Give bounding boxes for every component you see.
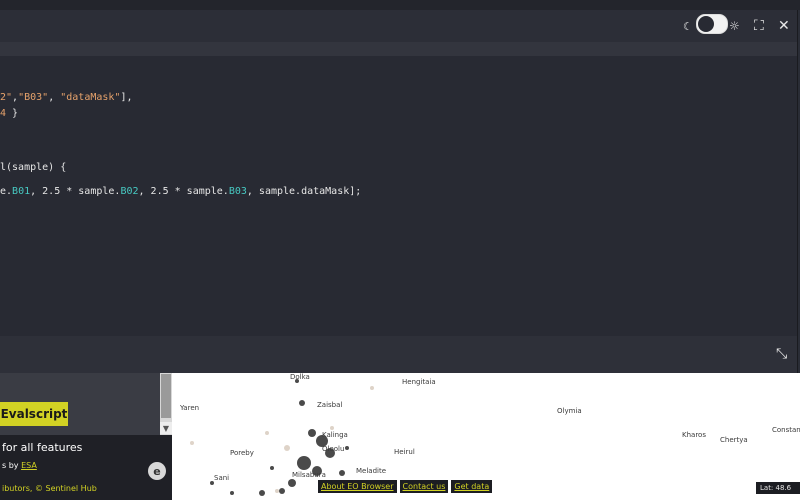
code-token: B03: [228, 186, 247, 197]
code-line: 2","B03", "dataMask"],: [0, 92, 133, 103]
scrollbar-thumb[interactable]: [161, 374, 171, 418]
code-token: * sample.: [168, 186, 229, 197]
code-token: ,: [138, 186, 151, 197]
code-token: * sample.: [60, 186, 121, 197]
info-attribution: s by ESA: [2, 461, 37, 470]
map-city-label: Hengitaia: [402, 378, 436, 386]
evalscript-editor-panel: ☾ ☼ ⛶ ✕ 2","B03", "dataMask"], 4 } l(sampl…: [0, 10, 798, 373]
evalscript-button[interactable]: Evalscript: [0, 402, 68, 426]
map-city-label: Milsabura: [292, 471, 326, 479]
map-city-label: Heirul: [394, 448, 415, 456]
code-token: 2.5: [150, 186, 169, 197]
map-city-label: Oloolu: [322, 445, 345, 453]
code-header-band: [0, 42, 797, 56]
map-city-label: Meladite: [356, 467, 387, 475]
code-token: l(sample) {: [0, 162, 67, 173]
resize-icon[interactable]: ⤡: [776, 344, 787, 364]
code-token: e.: [0, 186, 13, 197]
esa-link[interactable]: ESA: [21, 461, 37, 470]
map-city-label: Chertya: [720, 436, 748, 444]
code-token: B02: [120, 186, 139, 197]
code-token: , sample.dataMask];: [246, 186, 362, 197]
attribution-prefix: s by: [2, 461, 19, 470]
map-city-label: Kharos: [682, 431, 706, 439]
toggle-knob: [698, 16, 714, 32]
map-city-label: Yaren: [180, 404, 200, 412]
copyright-text: ibutors, © Sentinel Hub: [2, 484, 97, 493]
code-line: l(sample) {: [0, 162, 66, 173]
code-line: 4 }: [0, 108, 18, 119]
map-city-label: Constanta: [772, 426, 800, 434]
theme-toggle[interactable]: [696, 14, 728, 34]
map-city-label: Kalinga: [322, 431, 348, 439]
code-editor[interactable]: 2","B03", "dataMask"], 4 } l(sample) {e.B0…: [0, 56, 797, 336]
map-city-label: Olymia: [557, 407, 582, 415]
code-token: B01: [12, 186, 31, 197]
code-token: ,: [30, 186, 43, 197]
map-city-label: Poreby: [230, 449, 254, 457]
code-token: }: [6, 108, 19, 119]
sun-icon: ☼: [729, 19, 740, 33]
footer-links: About EO Browser Contact us Get data: [318, 480, 493, 493]
top-bar: [0, 0, 800, 10]
code-line: e.B01, 2.5 * sample.B02, 2.5 * sample.B0…: [0, 186, 361, 197]
code-token: ,: [48, 92, 61, 103]
map-city-label: Sani: [214, 474, 230, 482]
code-token: ],: [120, 92, 133, 103]
close-icon[interactable]: ✕: [778, 16, 790, 36]
contact-us-link[interactable]: Contact us: [399, 480, 449, 493]
map-city-label: Dolka: [290, 373, 310, 381]
about-eo-browser-link[interactable]: About EO Browser: [318, 480, 397, 493]
info-text: for all features: [2, 441, 83, 454]
map-city-label: Zaisbal: [317, 401, 343, 409]
code-token: 2": [0, 92, 13, 103]
code-token: 2.5: [42, 186, 61, 197]
expand-icon[interactable]: ⛶: [754, 16, 764, 36]
code-footer-band: ⤡: [0, 336, 797, 373]
round-logo-icon[interactable]: e: [148, 462, 166, 480]
editor-toolbar: ☾ ☼ ⛶ ✕: [0, 10, 797, 42]
scroll-down-arrow[interactable]: ▼: [160, 422, 172, 434]
code-token: "B03": [18, 92, 49, 103]
get-data-link[interactable]: Get data: [451, 480, 493, 493]
moon-icon: ☾: [683, 19, 693, 33]
code-token: "dataMask": [60, 92, 121, 103]
coordinates-readout: Lat: 48.6: [756, 482, 800, 494]
